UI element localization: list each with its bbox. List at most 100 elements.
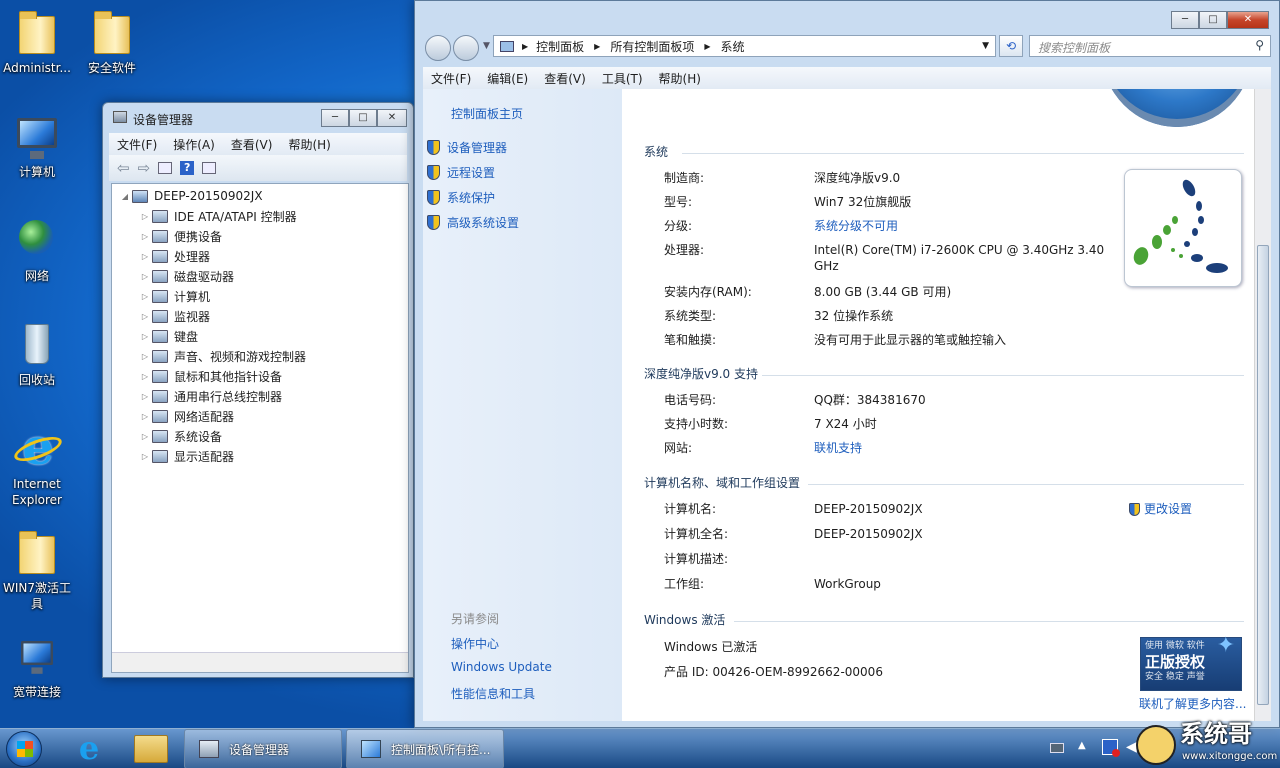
- desktop-icon-broadband[interactable]: 宽带连接: [0, 632, 77, 700]
- expand-arrow-icon[interactable]: ▷: [138, 232, 152, 241]
- expand-arrow-icon[interactable]: ▷: [138, 272, 152, 281]
- task-link-advanced-settings[interactable]: 高级系统设置: [427, 214, 519, 231]
- refresh-icon[interactable]: ⟲: [999, 35, 1023, 57]
- expand-arrow-icon[interactable]: ▷: [138, 452, 152, 461]
- expand-arrow-icon[interactable]: ▷: [138, 412, 152, 421]
- show-hidden-icons-icon[interactable]: ▲: [1078, 740, 1086, 751]
- desktop-icon-internet-explorer[interactable]: e Internet Explorer: [0, 422, 77, 508]
- see-also-action-center[interactable]: 操作中心: [451, 635, 499, 652]
- task-link-remote-settings[interactable]: 远程设置: [427, 164, 495, 181]
- breadcrumb-all-items[interactable]: 所有控制面板项: [610, 38, 694, 55]
- desktop-icon-computer[interactable]: 计算机: [0, 112, 77, 180]
- device-category[interactable]: ▷ 键盘: [112, 326, 408, 346]
- task-link-system-protection[interactable]: 系统保护: [427, 189, 495, 206]
- expand-arrow-icon[interactable]: ▷: [138, 392, 152, 401]
- vertical-scrollbar[interactable]: [1254, 89, 1271, 721]
- search-input[interactable]: 搜索控制面板 ⚲: [1029, 35, 1271, 57]
- expand-arrow-icon[interactable]: ▷: [138, 332, 152, 341]
- menu-help[interactable]: 帮助(H): [280, 136, 338, 153]
- taskbar-ie-icon[interactable]: e: [68, 732, 110, 765]
- genuine-badge[interactable]: 使用 微软 软件 正版授权 安全 稳定 声誉 ✦: [1140, 635, 1242, 691]
- address-bar[interactable]: ▶ 控制面板 ▶ 所有控制面板项 ▶ 系统 ▼: [493, 35, 996, 57]
- system-label: 系统类型:: [664, 309, 717, 323]
- close-button[interactable]: ✕: [377, 109, 407, 127]
- system-value[interactable]: 系统分级不可用: [814, 217, 1114, 235]
- folder-icon: [19, 531, 55, 574]
- device-category[interactable]: ▷ 计算机: [112, 286, 408, 306]
- support-value[interactable]: 联机支持: [814, 439, 1114, 457]
- expand-arrow-icon[interactable]: ▷: [138, 352, 152, 361]
- device-icon: [152, 369, 168, 383]
- keyboard-icon[interactable]: [1050, 743, 1064, 753]
- maximize-button[interactable]: □: [349, 109, 377, 127]
- desktop-icon-win7-activation[interactable]: WIN7激活工具: [0, 528, 77, 612]
- task-link-device-manager[interactable]: 设备管理器: [427, 139, 507, 156]
- address-dropdown-icon[interactable]: ▼: [982, 41, 989, 51]
- activation-section-header: Windows 激活: [644, 613, 726, 627]
- menu-view[interactable]: 查看(V): [536, 70, 594, 87]
- collapse-arrow-icon[interactable]: ◢: [118, 192, 132, 201]
- breadcrumb-control-panel[interactable]: 控制面板: [536, 38, 584, 55]
- device-category[interactable]: ▷ 监视器: [112, 306, 408, 326]
- taskbar-explorer-icon[interactable]: [134, 735, 168, 763]
- desktop-icon-administrator[interactable]: Administr...: [0, 8, 77, 76]
- expand-arrow-icon[interactable]: ▷: [138, 212, 152, 221]
- device-category[interactable]: ▷ IDE ATA/ATAPI 控制器: [112, 206, 408, 226]
- expand-arrow-icon[interactable]: ▷: [138, 292, 152, 301]
- device-category[interactable]: ▷ 鼠标和其他指针设备: [112, 366, 408, 386]
- expand-arrow-icon[interactable]: ▷: [138, 312, 152, 321]
- menu-tools[interactable]: 工具(T): [594, 70, 651, 87]
- see-also-windows-update[interactable]: Windows Update: [451, 660, 552, 674]
- control-panel-menubar: 文件(F) 编辑(E) 查看(V) 工具(T) 帮助(H): [423, 67, 1271, 89]
- device-category[interactable]: ▷ 处理器: [112, 246, 408, 266]
- properties-icon[interactable]: [158, 162, 173, 174]
- menu-action[interactable]: 操作(A): [165, 136, 223, 153]
- device-category[interactable]: ▷ 便携设备: [112, 226, 408, 246]
- back-arrow-icon[interactable]: ⇦: [117, 159, 130, 177]
- desktop-icon-security-software[interactable]: 安全软件: [72, 8, 152, 76]
- device-category[interactable]: ▷ 系统设备: [112, 426, 408, 446]
- minimize-button[interactable]: ─: [1171, 11, 1199, 29]
- forward-arrow-icon[interactable]: ⇨: [138, 159, 151, 177]
- taskbar-control-panel[interactable]: 控制面板\所有控...: [346, 729, 504, 768]
- device-category[interactable]: ▷ 通用串行总线控制器: [112, 386, 408, 406]
- device-category[interactable]: ▷ 显示适配器: [112, 446, 408, 466]
- device-manager-icon: [199, 740, 219, 758]
- back-button[interactable]: [425, 35, 451, 61]
- taskbar-device-manager[interactable]: 设备管理器: [184, 729, 342, 768]
- xitongge-watermark: 系统哥 www.xitongge.com: [1136, 715, 1277, 768]
- device-category[interactable]: ▷ 声音、视频和游戏控制器: [112, 346, 408, 366]
- network-tray-icon[interactable]: [1102, 739, 1120, 757]
- device-manager-titlebar[interactable]: 设备管理器 ─ □ ✕: [103, 103, 413, 133]
- menu-file[interactable]: 文件(F): [109, 136, 165, 153]
- menu-file[interactable]: 文件(F): [423, 70, 479, 87]
- control-panel-home-link[interactable]: 控制面板主页: [451, 105, 523, 122]
- forward-button[interactable]: [453, 35, 479, 61]
- device-category[interactable]: ▷ 磁盘驱动器: [112, 266, 408, 286]
- desktop-icon-recycle-bin[interactable]: 回收站: [0, 320, 77, 388]
- expand-arrow-icon[interactable]: ▷: [138, 372, 152, 381]
- close-button[interactable]: ✕: [1227, 11, 1269, 29]
- scan-hardware-icon[interactable]: [202, 162, 217, 174]
- menu-view[interactable]: 查看(V): [223, 136, 281, 153]
- uac-shield-icon: [427, 190, 440, 205]
- learn-more-online-link[interactable]: 联机了解更多内容...: [1139, 695, 1246, 712]
- help-icon[interactable]: ?: [180, 161, 195, 175]
- recent-pages-dropdown-icon[interactable]: ▼: [483, 41, 490, 51]
- minimize-button[interactable]: ─: [321, 109, 349, 127]
- window-title: 设备管理器: [133, 113, 194, 127]
- start-button[interactable]: [6, 731, 42, 767]
- search-icon[interactable]: ⚲: [1255, 38, 1264, 52]
- device-category[interactable]: ▷ 网络适配器: [112, 406, 408, 426]
- expand-arrow-icon[interactable]: ▷: [138, 432, 152, 441]
- see-also-performance[interactable]: 性能信息和工具: [451, 685, 535, 702]
- scrollbar-thumb[interactable]: [1257, 245, 1269, 705]
- breadcrumb-system[interactable]: 系统: [721, 38, 745, 55]
- expand-arrow-icon[interactable]: ▷: [138, 252, 152, 261]
- maximize-button[interactable]: □: [1199, 11, 1227, 29]
- desktop-icon-network[interactable]: 网络: [0, 216, 77, 284]
- tree-root[interactable]: ◢ DEEP-20150902JX: [112, 186, 408, 206]
- change-settings-link[interactable]: 更改设置: [1129, 500, 1192, 517]
- menu-edit[interactable]: 编辑(E): [479, 70, 536, 87]
- menu-help[interactable]: 帮助(H): [651, 70, 709, 87]
